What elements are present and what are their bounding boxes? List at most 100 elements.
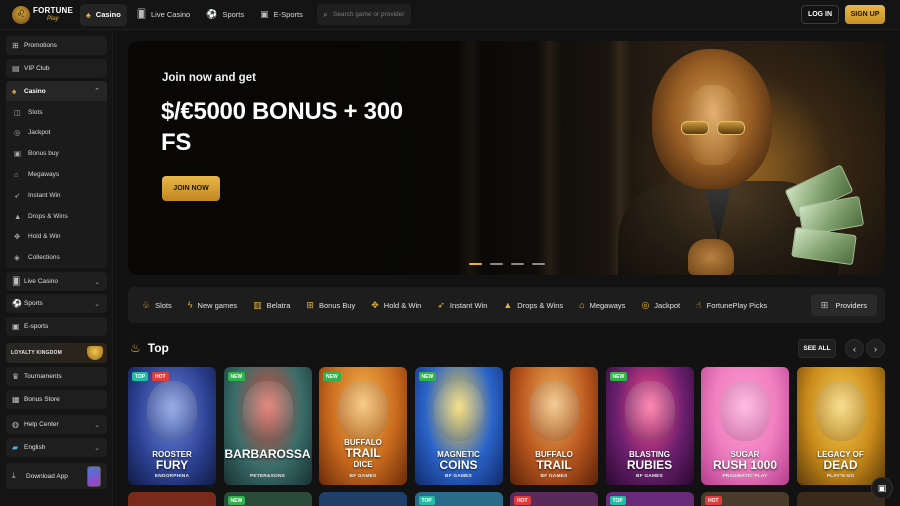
sidebar-casino-label: Casino	[24, 87, 46, 95]
brand-wordmark: FORTUNE Play	[33, 6, 73, 23]
category-belatra[interactable]: ▥ Belatra	[253, 300, 290, 311]
sidebar-sub-label: Bonus buy	[28, 149, 59, 157]
category-label: Jackpot	[654, 300, 681, 310]
game-thumbnail-art	[624, 381, 675, 441]
see-all-button[interactable]: SEE ALL	[798, 339, 836, 358]
gamepad-icon: ▣	[12, 322, 20, 331]
sidebar-item-sports[interactable]: ⚽ Sports ⌄	[6, 294, 107, 313]
download-app-button[interactable]: ⤓ Download App	[6, 463, 107, 489]
game-thumbnail-art	[242, 381, 293, 441]
carousel-dot[interactable]	[511, 263, 524, 265]
category-label: New games	[197, 300, 238, 310]
search-input[interactable]: ⌕ Search game or provider	[316, 4, 411, 25]
tab-live-casino[interactable]: 🂠 Live Casino	[131, 4, 196, 26]
game-card[interactable]	[128, 492, 216, 506]
slots-icon: ◫	[14, 107, 22, 117]
game-title-line2: BARBAROSSA	[224, 447, 311, 461]
sidebar-sub-drops-wins[interactable]: ▲ Drops & Wins	[6, 207, 107, 225]
category-fortuneplay-picks[interactable]: ☝ FortunePlay Picks	[696, 300, 767, 311]
category-new-games[interactable]: ϟ New games	[188, 300, 237, 310]
game-card[interactable]: HOT	[701, 492, 789, 506]
carousel-dot[interactable]	[532, 263, 545, 265]
sidebar-item-promotions[interactable]: ⊞ Promotions	[6, 36, 107, 55]
category-instant-win[interactable]: ➶ Instant Win	[437, 300, 487, 311]
sidebar-sports-label: Sports	[24, 300, 43, 307]
promo-banner[interactable]: Join now and get $/€5000 BONUS + 300 FS …	[128, 41, 885, 275]
game-card[interactable]	[319, 492, 407, 506]
carousel-dot[interactable]	[490, 263, 503, 265]
game-title: ROOSTER FURY	[128, 449, 216, 471]
game-card[interactable]: NEW BLASTING RUBIES BF GAMES	[605, 367, 694, 485]
game-provider: BF GAMES	[349, 474, 377, 479]
tab-sports-label: Sports	[222, 10, 245, 19]
tab-esports[interactable]: ▣ E-Sports	[254, 4, 309, 26]
game-card[interactable]: NEW BUFFALO TRAIL DICE BF GAMES	[319, 367, 407, 485]
game-card[interactable]: BUFFALO TRAIL BF GAMES	[510, 367, 598, 485]
category-label: Belatra	[266, 300, 291, 310]
signup-button[interactable]: SIGN UP	[845, 5, 885, 24]
sidebar-item-esports[interactable]: ▣ E-sports	[6, 317, 107, 336]
badge-hot: HOT	[514, 496, 531, 505]
banner-kicker: Join now and get	[162, 72, 256, 84]
hold-icon: ✥	[371, 299, 379, 310]
category-megaways[interactable]: ⌂ Megaways	[579, 300, 625, 310]
game-card[interactable]	[796, 492, 885, 506]
game-card[interactable]: NEW MAGNETIC COINS BF GAMES	[414, 367, 503, 485]
section-title-label: Top	[147, 341, 169, 355]
game-thumbnail-art	[433, 381, 484, 441]
tab-live-casino-label: Live Casino	[151, 10, 191, 19]
game-card[interactable]: NEW	[223, 492, 312, 506]
next-arrow-icon[interactable]: ›	[866, 339, 885, 358]
category-hold-win[interactable]: ✥ Hold & Win	[371, 300, 421, 311]
sidebar-sub-bonus-buy[interactable]: ▣ Bonus buy	[6, 144, 107, 162]
sidebar-item-bonus-store[interactable]: ▦ Bonus Store	[6, 390, 107, 409]
brand-logo[interactable]: ♌ FORTUNE Play	[0, 0, 76, 30]
game-thumbnail-art	[720, 381, 770, 441]
hold-icon: ✥	[14, 231, 21, 241]
sidebar-item-live-casino[interactable]: 🂠 Live Casino ⌄	[6, 272, 107, 291]
providers-button[interactable]: ⊞ Providers	[810, 294, 877, 316]
game-card[interactable]: TOP	[605, 492, 694, 506]
sidebar-sub-jackpot[interactable]: ◎ Jackpot	[6, 123, 107, 141]
sidebar-item-vip[interactable]: ▤ VIP Club	[6, 59, 107, 78]
category-bonus-buy[interactable]: ⊞ Bonus Buy	[306, 300, 355, 311]
rocket-icon: ➶	[437, 299, 445, 310]
sidebar-item-casino[interactable]: ♠ Casino ⌃	[6, 81, 107, 101]
game-card[interactable]: NEW BARBAROSSA PETER&SONS	[223, 367, 312, 485]
tab-sports[interactable]: ⚽ Sports	[200, 4, 250, 26]
login-button[interactable]: LOG IN	[801, 5, 839, 24]
sidebar-sub-megaways[interactable]: ⌂ Megaways	[6, 165, 107, 183]
game-card[interactable]: TOP HOT ROOSTER FURY ENDORPHINA	[128, 367, 216, 485]
category-label: Instant Win	[449, 300, 488, 310]
game-thumbnail-art	[147, 381, 197, 441]
category-label: Bonus Buy	[318, 300, 356, 310]
category-slots[interactable]: ♧ Slots	[142, 300, 172, 311]
game-thumbnail-art	[338, 381, 388, 441]
sidebar-sub-collections[interactable]: ◈ Collections	[6, 248, 107, 266]
game-card[interactable]: LEGACY OF DEAD PLAY'N GO	[796, 367, 885, 485]
game-title-line2: DEAD	[823, 458, 858, 472]
category-jackpot[interactable]: ◎ Jackpot	[641, 300, 680, 311]
game-card[interactable]: SUGAR RUSH 1000 PRAGMATIC PLAY	[701, 367, 789, 485]
game-card[interactable]: HOT	[510, 492, 598, 506]
sidebar-sub-instant-win[interactable]: ➶ Instant Win	[6, 186, 107, 204]
sidebar-sub-slots[interactable]: ◫ Slots	[6, 103, 107, 121]
chat-icon[interactable]: ▣	[871, 477, 893, 499]
tab-casino[interactable]: ♠ Casino	[80, 3, 127, 26]
cards-icon: 🂠	[136, 9, 147, 19]
language-selector[interactable]: ▰ English ⌄	[6, 438, 107, 457]
search-icon: ⌕	[322, 9, 328, 19]
sidebar-vip-label: VIP Club	[24, 65, 50, 72]
join-now-button[interactable]: JOIN NOW	[162, 176, 220, 201]
loyalty-kingdom-banner[interactable]: LOYALTY KINGDOM	[6, 343, 107, 363]
carousel-dot[interactable]	[469, 263, 482, 265]
loyalty-label: LOYALTY KINGDOM	[11, 350, 62, 356]
sidebar-sub-hold-win[interactable]: ✥ Hold & Win	[6, 227, 107, 245]
sidebar-item-tournaments[interactable]: ♛ Tournaments	[6, 367, 107, 386]
providers-label: Providers	[835, 300, 867, 310]
game-card[interactable]: TOP	[414, 492, 503, 506]
chevron-down-icon: ⌄	[94, 421, 100, 429]
category-drops-wins[interactable]: ▲ Drops & Wins	[503, 300, 563, 310]
sidebar-item-help[interactable]: ◍ Help Center ⌄	[6, 415, 107, 434]
prev-arrow-icon[interactable]: ‹	[845, 339, 864, 358]
